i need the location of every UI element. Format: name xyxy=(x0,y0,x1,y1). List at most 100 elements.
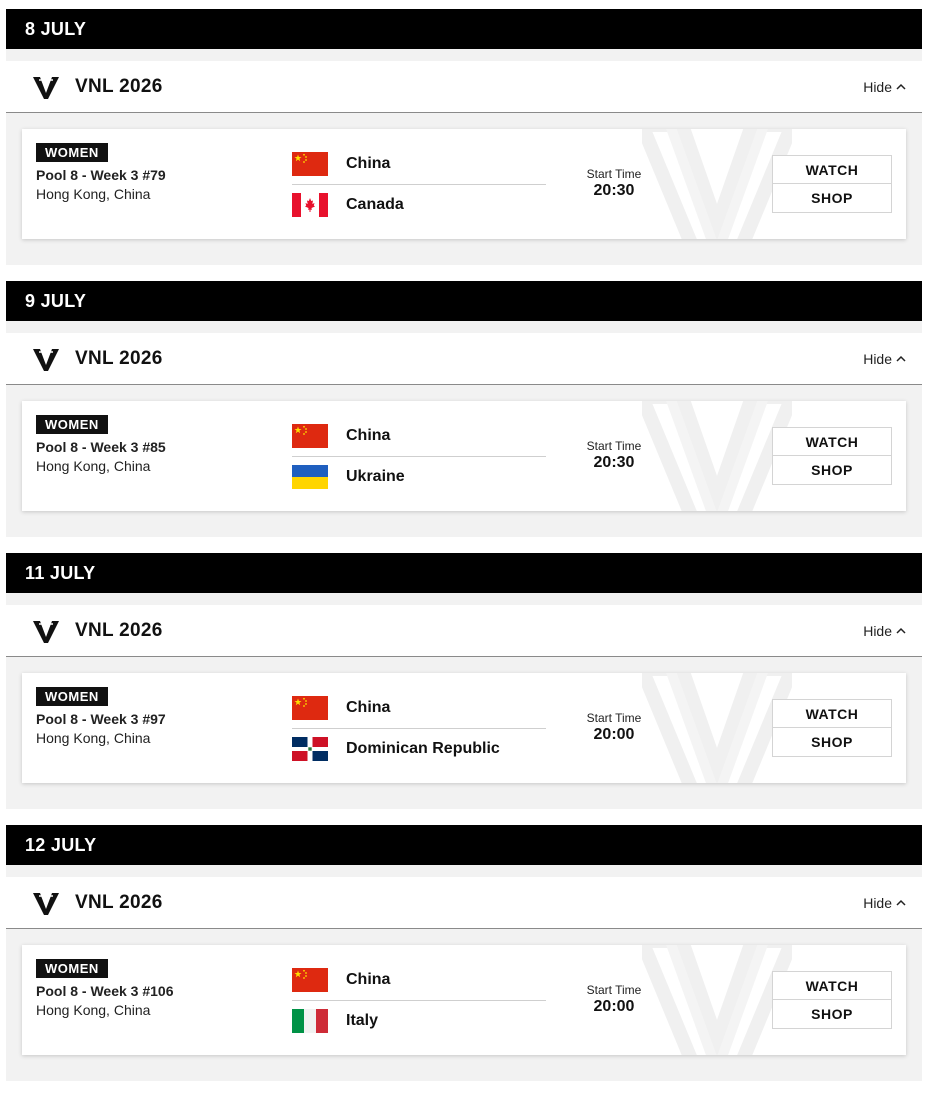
hide-label: Hide xyxy=(863,78,892,95)
italy-flag-icon xyxy=(292,1009,328,1033)
competition-header: VNL 2026 Hide xyxy=(6,877,922,929)
match-actions: WATCH SHOP xyxy=(772,155,892,213)
watch-button[interactable]: WATCH xyxy=(772,427,892,456)
match-schedule: 8 JULY VNL 2026 Hide WOMEN Pool 8 - Week… xyxy=(6,9,922,1097)
competition-header: VNL 2026 Hide xyxy=(6,333,922,385)
day-body: VNL 2026 Hide WOMEN Pool 8 - Week 3 #79 … xyxy=(6,49,922,265)
home-team: China xyxy=(292,421,546,457)
vnl-logo-icon xyxy=(32,73,60,101)
shop-button[interactable]: SHOP xyxy=(772,184,892,213)
competition-header: VNL 2026 Hide xyxy=(6,61,922,113)
date-header: 11 JULY xyxy=(6,553,922,593)
day-section: 9 JULY VNL 2026 Hide WOMEN Pool 8 - Week… xyxy=(6,281,922,537)
start-time-label: Start Time xyxy=(586,983,642,997)
chevron-up-icon xyxy=(896,83,906,90)
date-header: 8 JULY xyxy=(6,9,922,49)
match-venue: Hong Kong, China xyxy=(36,1002,151,1018)
date-label: 9 JULY xyxy=(25,290,87,311)
away-team: Dominican Republic xyxy=(292,729,546,765)
match-info: WOMEN Pool 8 - Week 3 #106 Hong Kong, Ch… xyxy=(36,959,173,1018)
shop-button[interactable]: SHOP xyxy=(772,1000,892,1029)
competition-name: VNL 2026 xyxy=(75,347,163,369)
gender-badge: WOMEN xyxy=(36,687,108,706)
gender-badge: WOMEN xyxy=(36,415,108,434)
match-info: WOMEN Pool 8 - Week 3 #97 Hong Kong, Chi… xyxy=(36,687,166,746)
match-card: WOMEN Pool 8 - Week 3 #97 Hong Kong, Chi… xyxy=(22,673,906,783)
vnl-watermark-icon xyxy=(642,401,792,511)
watch-button[interactable]: WATCH xyxy=(772,699,892,728)
start-time-value: 20:00 xyxy=(593,726,635,743)
watch-button[interactable]: WATCH xyxy=(772,971,892,1000)
start-time-block: Start Time 20:30 xyxy=(582,167,646,200)
match-card: WOMEN Pool 8 - Week 3 #79 Hong Kong, Chi… xyxy=(22,129,906,239)
competition-name: VNL 2026 xyxy=(75,891,163,913)
start-time-block: Start Time 20:00 xyxy=(582,711,646,744)
day-body: VNL 2026 Hide WOMEN Pool 8 - Week 3 #97 … xyxy=(6,593,922,809)
start-time-block: Start Time 20:30 xyxy=(582,439,646,472)
ukraine-flag-icon xyxy=(292,465,328,489)
start-time-label: Start Time xyxy=(586,167,642,181)
shop-button[interactable]: SHOP xyxy=(772,456,892,485)
match-venue: Hong Kong, China xyxy=(36,730,151,746)
day-section: 11 JULY VNL 2026 Hide WOMEN Pool 8 - Wee… xyxy=(6,553,922,809)
home-team-name: China xyxy=(346,154,391,172)
china-flag-icon xyxy=(292,695,328,720)
match-info: WOMEN Pool 8 - Week 3 #85 Hong Kong, Chi… xyxy=(36,415,166,474)
away-team-name: Ukraine xyxy=(346,468,405,485)
day-section: 8 JULY VNL 2026 Hide WOMEN Pool 8 - Week… xyxy=(6,9,922,265)
date-label: 11 JULY xyxy=(25,562,96,583)
date-header: 12 JULY xyxy=(6,825,922,865)
hide-toggle[interactable]: Hide xyxy=(863,351,906,367)
match-pool: Pool 8 - Week 3 #85 xyxy=(36,439,166,455)
gender-badge: WOMEN xyxy=(36,143,108,162)
hide-label: Hide xyxy=(863,622,892,639)
date-header: 9 JULY xyxy=(6,281,922,321)
day-section: 12 JULY VNL 2026 Hide WOMEN Pool 8 - Wee… xyxy=(6,825,922,1081)
vnl-logo-icon xyxy=(32,889,60,917)
hide-toggle[interactable]: Hide xyxy=(863,623,906,639)
day-body: VNL 2026 Hide WOMEN Pool 8 - Week 3 #85 … xyxy=(6,321,922,537)
competition-name: VNL 2026 xyxy=(75,619,163,641)
hide-toggle[interactable]: Hide xyxy=(863,79,906,95)
match-info: WOMEN Pool 8 - Week 3 #79 Hong Kong, Chi… xyxy=(36,143,166,202)
away-team-name: Dominican Republic xyxy=(346,740,500,757)
canada-flag-icon xyxy=(292,193,328,217)
day-body: VNL 2026 Hide WOMEN Pool 8 - Week 3 #106… xyxy=(6,865,922,1081)
start-time-value: 20:30 xyxy=(593,454,635,471)
match-actions: WATCH SHOP xyxy=(772,427,892,485)
start-time-label: Start Time xyxy=(586,439,642,453)
home-team: China xyxy=(292,693,546,729)
teams: China Dominican Republic xyxy=(292,693,546,765)
vnl-watermark-icon xyxy=(642,673,792,783)
chevron-up-icon xyxy=(896,899,906,906)
match-card: WOMEN Pool 8 - Week 3 #106 Hong Kong, Ch… xyxy=(22,945,906,1055)
match-venue: Hong Kong, China xyxy=(36,186,151,202)
gender-badge: WOMEN xyxy=(36,959,108,978)
hide-toggle[interactable]: Hide xyxy=(863,895,906,911)
start-time-value: 20:30 xyxy=(593,182,635,199)
teams: China Italy xyxy=(292,965,546,1037)
watch-button[interactable]: WATCH xyxy=(772,155,892,184)
hide-label: Hide xyxy=(863,894,892,911)
start-time-block: Start Time 20:00 xyxy=(582,983,646,1016)
china-flag-icon xyxy=(292,151,328,176)
date-label: 12 JULY xyxy=(25,834,97,855)
home-team-name: China xyxy=(346,698,391,716)
home-team: China xyxy=(292,965,546,1001)
hide-label: Hide xyxy=(863,350,892,367)
teams: China Canada xyxy=(292,149,546,221)
vnl-logo-icon xyxy=(32,617,60,645)
away-team: Italy xyxy=(292,1001,546,1037)
match-pool: Pool 8 - Week 3 #79 xyxy=(36,167,166,183)
away-team-name: Canada xyxy=(346,196,404,213)
teams: China Ukraine xyxy=(292,421,546,493)
home-team-name: China xyxy=(346,970,391,988)
match-pool: Pool 8 - Week 3 #97 xyxy=(36,711,166,727)
shop-button[interactable]: SHOP xyxy=(772,728,892,757)
start-time-value: 20:00 xyxy=(593,998,635,1015)
date-label: 8 JULY xyxy=(25,18,87,39)
competition-header: VNL 2026 Hide xyxy=(6,605,922,657)
chevron-up-icon xyxy=(896,355,906,362)
home-team: China xyxy=(292,149,546,185)
china-flag-icon xyxy=(292,423,328,448)
